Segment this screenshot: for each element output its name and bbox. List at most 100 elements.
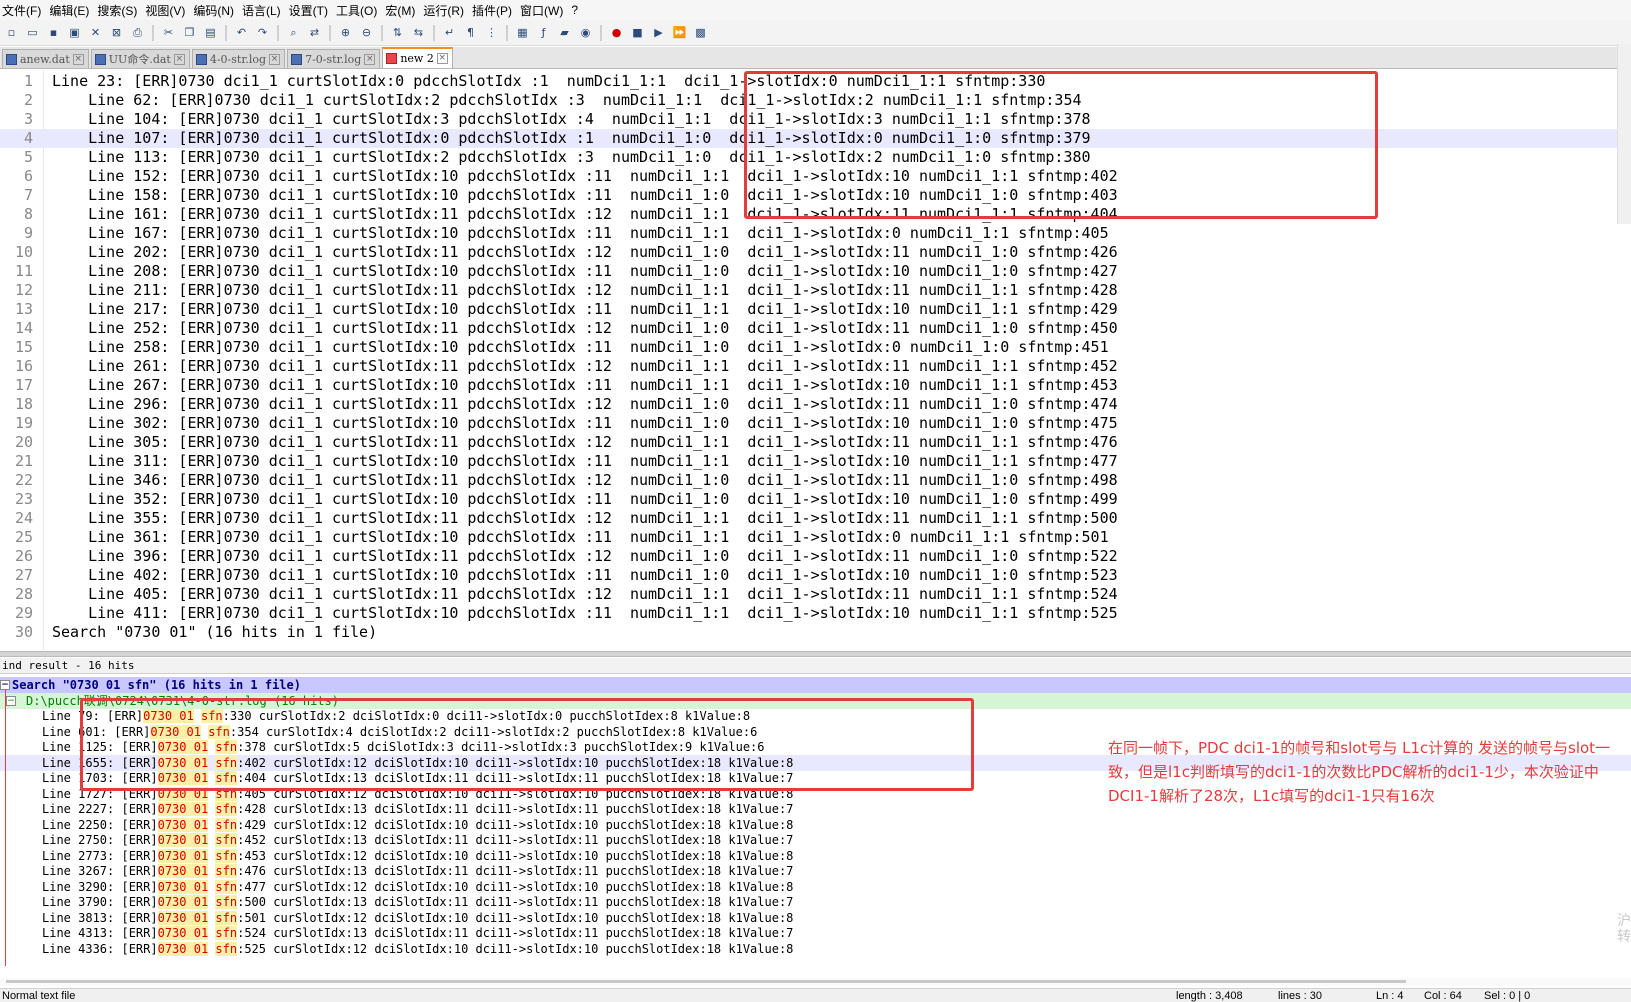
editor-line[interactable]: 1 Line 23: [ERR]0730 dci1_1 curtSlotIdx:0… <box>0 72 1631 91</box>
find-result-row[interactable]: Line 3790: [ERR]0730 01 sfn:500 curSlotI… <box>0 894 1631 910</box>
close-tab-icon[interactable]: × <box>364 53 376 65</box>
editor-line[interactable]: 24 Line 355: [ERR]0730 dci1_1 curtSlotId… <box>0 509 1631 528</box>
editor-line[interactable]: 5 Line 113: [ERR]0730 dci1_1 curtSlotIdx… <box>0 148 1631 167</box>
editor-line[interactable]: 20 Line 305: [ERR]0730 dci1_1 curtSlotId… <box>0 433 1631 452</box>
save-icon[interactable]: ▪ <box>45 24 62 41</box>
find-result-row[interactable]: Line 3813: [ERR]0730 01 sfn:501 curSlotI… <box>0 910 1631 926</box>
find-file-row[interactable]: − D:\pucch联调\0724\0731\4-0-str.log (16 hi… <box>0 693 1631 709</box>
cut-icon[interactable]: ✂ <box>160 24 177 41</box>
menu-item-6[interactable]: 设置(T) <box>289 2 336 19</box>
find-result-row[interactable]: Line 2750: [ERR]0730 01 sfn:452 curSlotI… <box>0 832 1631 848</box>
tab-3[interactable]: 7-0-str.log × <box>287 49 381 68</box>
doc-map-icon[interactable]: ▦ <box>514 24 531 41</box>
open-file-icon[interactable]: ▭ <box>24 24 41 41</box>
tab-1[interactable]: UU命令.dat × <box>90 49 190 68</box>
menu-item-1[interactable]: 编辑(E) <box>49 2 97 19</box>
editor[interactable]: 1 Line 23: [ERR]0730 dci1_1 curtSlotIdx:0… <box>0 70 1631 650</box>
editor-line[interactable]: 7 Line 158: [ERR]0730 dci1_1 curtSlotIdx… <box>0 186 1631 205</box>
editor-line[interactable]: 25 Line 361: [ERR]0730 dci1_1 curtSlotId… <box>0 528 1631 547</box>
find-result-row[interactable]: Line 3290: [ERR]0730 01 sfn:477 curSlotI… <box>0 879 1631 895</box>
undo-icon[interactable]: ↶ <box>233 24 250 41</box>
editor-line[interactable]: 26 Line 396: [ERR]0730 dci1_1 curtSlotId… <box>0 547 1631 566</box>
find-icon[interactable]: ⌕ <box>285 24 302 41</box>
folder-icon[interactable]: ▰ <box>556 24 573 41</box>
word-wrap-icon[interactable]: ↵ <box>441 24 458 41</box>
editor-line[interactable]: 29 Line 411: [ERR]0730 dci1_1 curtSlotId… <box>0 604 1631 623</box>
monitor-icon[interactable]: ◉ <box>577 24 594 41</box>
save-macro-icon[interactable]: ▩ <box>692 24 709 41</box>
replace-icon[interactable]: ⇄ <box>306 24 323 41</box>
editor-line[interactable]: 18 Line 296: [ERR]0730 dci1_1 curtSlotId… <box>0 395 1631 414</box>
editor-line[interactable]: 22 Line 346: [ERR]0730 dci1_1 curtSlotId… <box>0 471 1631 490</box>
editor-line[interactable]: 2 Line 62: [ERR]0730 dci1_1 curtSlotIdx:… <box>0 91 1631 110</box>
editor-line[interactable]: 4 Line 107: [ERR]0730 dci1_1 curtSlotIdx… <box>0 129 1631 148</box>
tab-0[interactable]: anew.dat × <box>2 49 89 68</box>
editor-scrollbar[interactable] <box>1617 44 1631 224</box>
run-macro-multiple-icon[interactable]: ⏩ <box>671 24 688 41</box>
editor-line[interactable]: 21 Line 311: [ERR]0730 dci1_1 curtSlotId… <box>0 452 1631 471</box>
editor-line[interactable]: 13 Line 217: [ERR]0730 dci1_1 curtSlotId… <box>0 300 1631 319</box>
close-icon[interactable]: ✕ <box>87 24 104 41</box>
editor-line[interactable]: 8 Line 161: [ERR]0730 dci1_1 curtSlotIdx… <box>0 205 1631 224</box>
editor-line[interactable]: 11 Line 208: [ERR]0730 dci1_1 curtSlotId… <box>0 262 1631 281</box>
editor-line[interactable]: 6 Line 152: [ERR]0730 dci1_1 curtSlotIdx… <box>0 167 1631 186</box>
sync-h-icon[interactable]: ⇆ <box>410 24 427 41</box>
editor-line[interactable]: 23 Line 352: [ERR]0730 dci1_1 curtSlotId… <box>0 490 1631 509</box>
menu-item-8[interactable]: 宏(M) <box>385 2 423 19</box>
play-macro-icon[interactable]: ▶ <box>650 24 667 41</box>
paste-icon[interactable]: ▤ <box>202 24 219 41</box>
record-macro-icon[interactable]: ● <box>608 24 625 41</box>
editor-line[interactable]: 12 Line 211: [ERR]0730 dci1_1 curtSlotId… <box>0 281 1631 300</box>
tab-2[interactable]: 4-0-str.log × <box>191 49 286 68</box>
menu-item-3[interactable]: 视图(V) <box>145 2 193 19</box>
collapse-icon[interactable]: − <box>0 680 10 690</box>
close-tab-icon[interactable]: × <box>173 53 185 65</box>
menu-item-9[interactable]: 运行(R) <box>423 2 472 19</box>
editor-line[interactable]: 16 Line 261: [ERR]0730 dci1_1 curtSlotId… <box>0 357 1631 376</box>
copy-icon[interactable]: ❐ <box>181 24 198 41</box>
editor-line[interactable]: 10 Line 202: [ERR]0730 dci1_1 curtSlotId… <box>0 243 1631 262</box>
editor-line[interactable]: 28 Line 405: [ERR]0730 dci1_1 curtSlotId… <box>0 585 1631 604</box>
close-all-icon[interactable]: ⊠ <box>108 24 125 41</box>
function-list-icon[interactable]: ƒ <box>535 24 552 41</box>
panel-splitter[interactable] <box>0 651 1631 657</box>
editor-line[interactable]: 9 Line 167: [ERR]0730 dci1_1 curtSlotIdx… <box>0 224 1631 243</box>
find-result-panel[interactable]: − Search "0730 01 sfn" (16 hits in 1 file… <box>0 675 1631 973</box>
editor-line[interactable]: 30 Search "0730 01" (16 hits in 1 file) <box>0 623 1631 642</box>
close-tab-icon[interactable]: × <box>72 53 84 65</box>
sync-v-icon[interactable]: ⇅ <box>389 24 406 41</box>
find-result-row[interactable]: Line 2773: [ERR]0730 01 sfn:453 curSlotI… <box>0 848 1631 864</box>
zoom-in-icon[interactable]: ⊕ <box>337 24 354 41</box>
show-all-icon[interactable]: ¶ <box>462 24 479 41</box>
save-all-icon[interactable]: ▣ <box>66 24 83 41</box>
find-result-row[interactable]: Line 4336: [ERR]0730 01 sfn:525 curSlotI… <box>0 941 1631 957</box>
collapse-icon[interactable]: − <box>6 696 16 706</box>
indent-guide-icon[interactable]: ⋮ <box>483 24 500 41</box>
zoom-out-icon[interactable]: ⊖ <box>358 24 375 41</box>
menu-item-0[interactable]: 文件(F) <box>2 2 49 19</box>
editor-line[interactable]: 27 Line 402: [ERR]0730 dci1_1 curtSlotId… <box>0 566 1631 585</box>
close-tab-icon[interactable]: × <box>436 53 448 64</box>
scrollbar-thumb[interactable] <box>6 980 1406 983</box>
close-tab-icon[interactable]: × <box>269 53 281 65</box>
editor-line[interactable]: 19 Line 302: [ERR]0730 dci1_1 curtSlotId… <box>0 414 1631 433</box>
find-result-row[interactable]: Line 79: [ERR]0730 01 sfn:330 curSlotIdx… <box>0 708 1631 724</box>
print-icon[interactable]: ⎙ <box>129 24 146 41</box>
stop-macro-icon[interactable]: ■ <box>629 24 646 41</box>
tab-4[interactable]: new 2 × <box>382 47 453 68</box>
menu-item-12[interactable]: ? <box>571 3 586 17</box>
menu-item-2[interactable]: 搜索(S) <box>97 2 145 19</box>
editor-line[interactable]: 15 Line 258: [ERR]0730 dci1_1 curtSlotId… <box>0 338 1631 357</box>
find-search-row[interactable]: − Search "0730 01 sfn" (16 hits in 1 file… <box>0 677 1631 693</box>
menu-item-10[interactable]: 插件(P) <box>472 2 520 19</box>
menu-item-7[interactable]: 工具(O) <box>336 2 385 19</box>
find-result-row[interactable]: Line 3267: [ERR]0730 01 sfn:476 curSlotI… <box>0 863 1631 879</box>
redo-icon[interactable]: ↷ <box>254 24 271 41</box>
editor-line[interactable]: 17 Line 267: [ERR]0730 dci1_1 curtSlotId… <box>0 376 1631 395</box>
find-result-row[interactable]: Line 4313: [ERR]0730 01 sfn:524 curSlotI… <box>0 925 1631 941</box>
menu-item-4[interactable]: 编码(N) <box>193 2 242 19</box>
editor-line[interactable]: 14 Line 252: [ERR]0730 dci1_1 curtSlotId… <box>0 319 1631 338</box>
new-file-icon[interactable]: ▫ <box>3 24 20 41</box>
horizontal-scrollbar[interactable] <box>0 978 1631 986</box>
menu-item-11[interactable]: 窗口(W) <box>520 2 571 19</box>
